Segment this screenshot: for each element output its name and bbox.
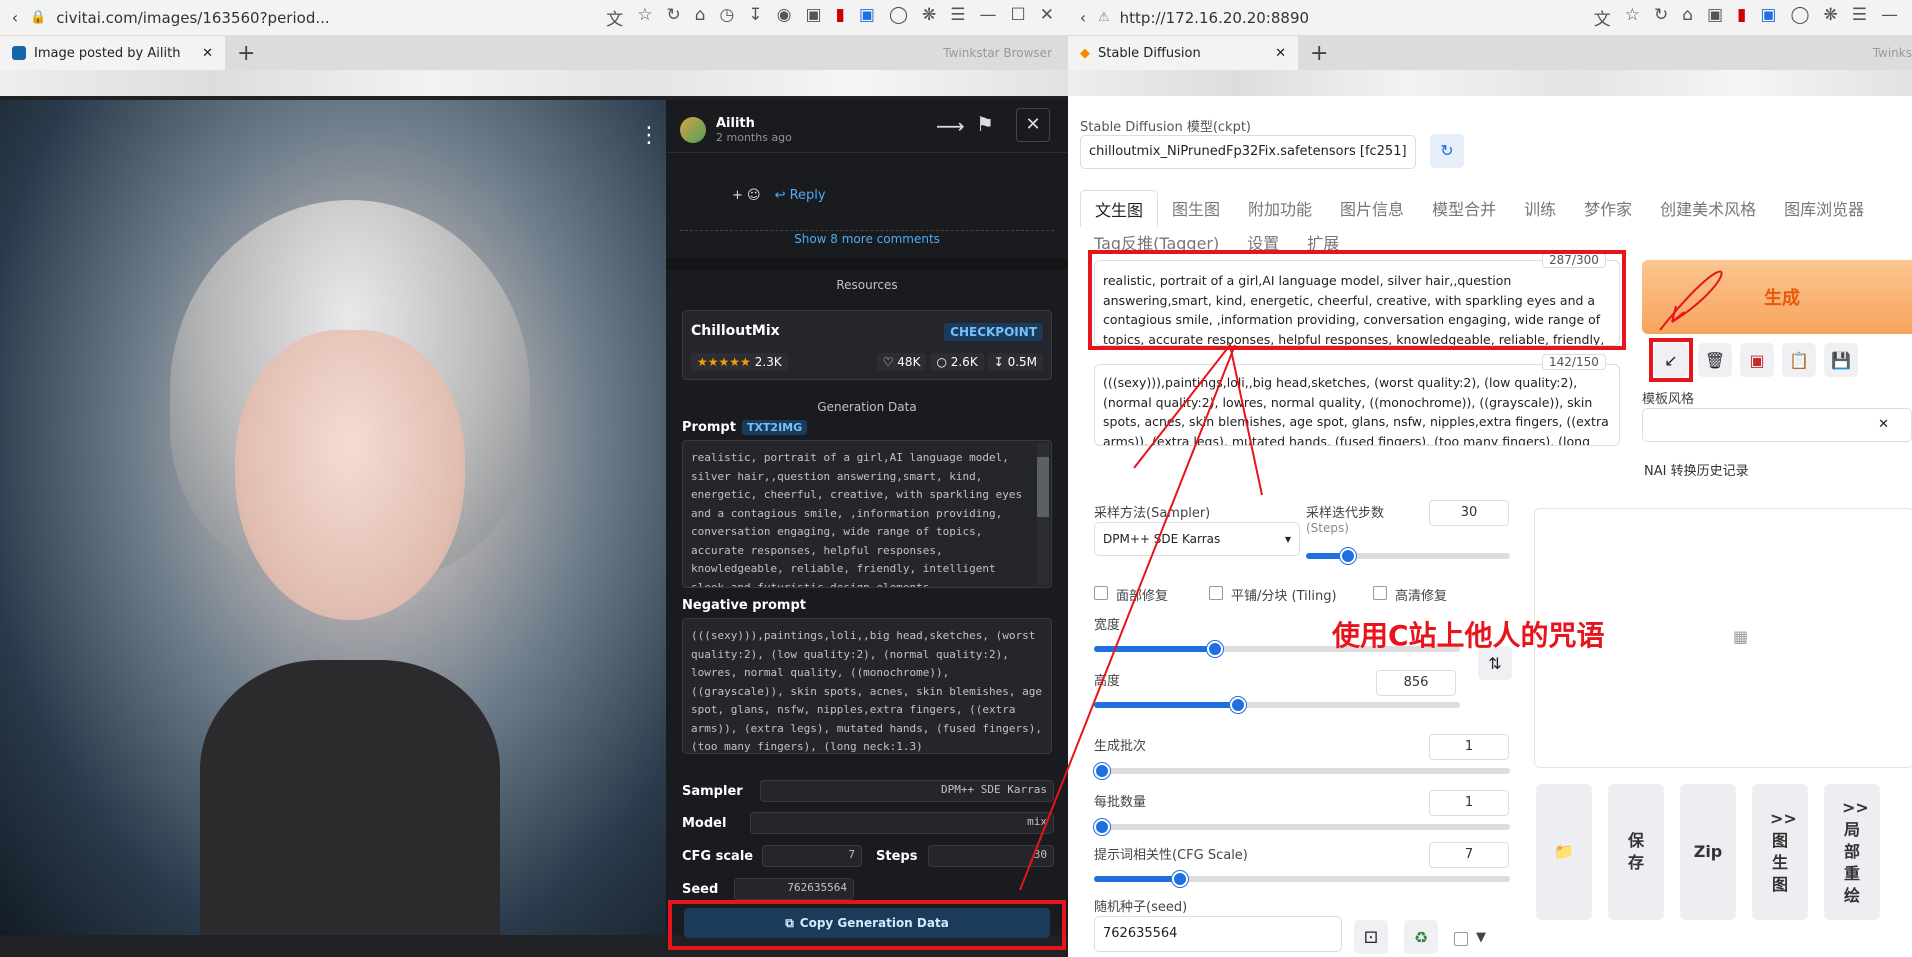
arrow-from-copy-button [1019, 344, 1236, 891]
annotation-arrows [1019, 270, 1723, 891]
arrow-fan [1133, 342, 1263, 496]
arrow-to-read-button [1659, 270, 1723, 331]
